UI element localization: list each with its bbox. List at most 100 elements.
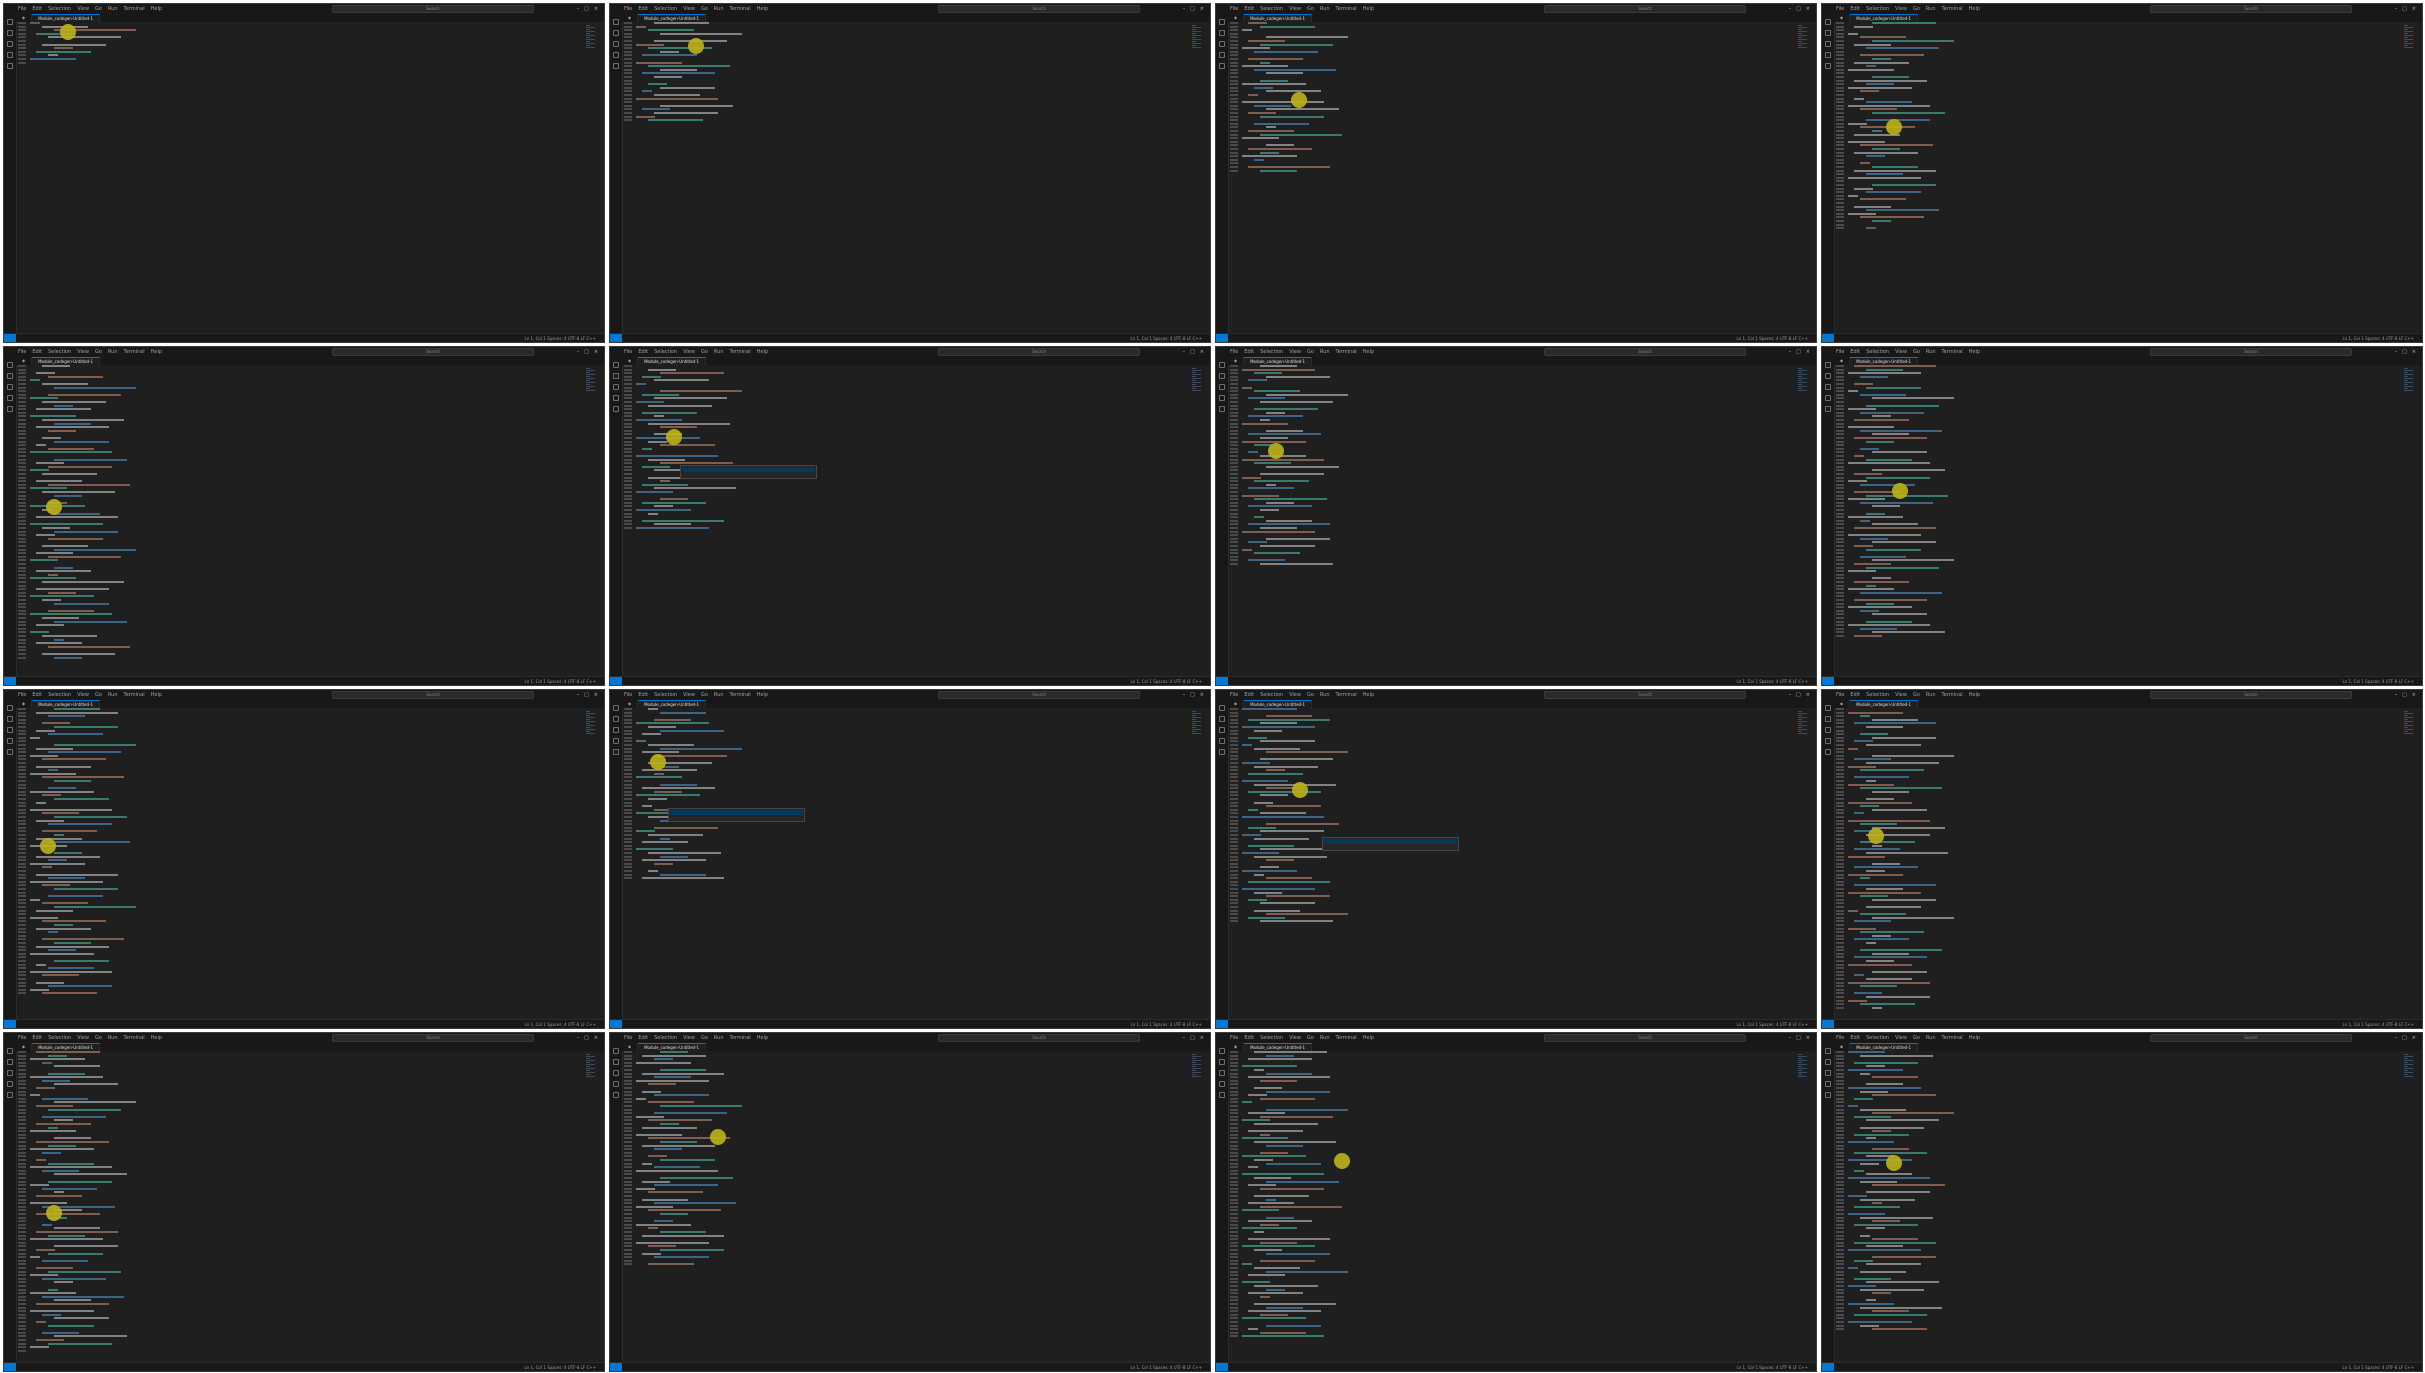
menu-item[interactable]: Selection — [48, 692, 71, 698]
minimize-icon[interactable]: – — [2395, 692, 2398, 698]
status-info[interactable]: Ln 1, Col 1 Spaces: 4 UTF-8 LF C++ — [1131, 1022, 1211, 1027]
remote-indicator-icon[interactable] — [1822, 1363, 1834, 1371]
menu-item[interactable]: Terminal — [730, 1035, 751, 1041]
close-icon[interactable]: × — [2412, 6, 2416, 12]
menu-item[interactable]: View — [1289, 6, 1301, 12]
menu-item[interactable]: Edit — [32, 349, 42, 355]
tab-welcome-icon[interactable]: ◆ — [1228, 14, 1245, 22]
status-info[interactable]: Ln 1, Col 1 Spaces: 4 UTF-8 LF C++ — [1737, 1365, 1817, 1370]
minimize-icon[interactable]: – — [1183, 6, 1186, 12]
extensions-icon[interactable] — [613, 749, 619, 755]
maximize-icon[interactable]: □ — [2402, 1035, 2407, 1041]
search-icon[interactable] — [7, 1059, 13, 1065]
menu-item[interactable]: File — [624, 692, 632, 698]
source-control-icon[interactable] — [1825, 41, 1831, 47]
maximize-icon[interactable]: □ — [1190, 692, 1195, 698]
menu-item[interactable]: Help — [151, 349, 162, 355]
menu-item[interactable]: Help — [757, 6, 768, 12]
menu-item[interactable]: View — [1895, 349, 1907, 355]
extensions-icon[interactable] — [7, 749, 13, 755]
source-control-icon[interactable] — [7, 384, 13, 390]
menu-item[interactable]: Go — [95, 6, 102, 12]
menu-item[interactable]: File — [624, 6, 632, 12]
close-icon[interactable]: × — [1806, 1035, 1810, 1041]
code-editor[interactable] — [622, 1051, 1190, 1363]
minimize-icon[interactable]: – — [2395, 349, 2398, 355]
tab-welcome-icon[interactable]: ◆ — [1834, 700, 1851, 708]
explorer-icon[interactable] — [613, 362, 619, 368]
menu-item[interactable]: Terminal — [1942, 692, 1963, 698]
menu-item[interactable]: View — [683, 692, 695, 698]
menu-item[interactable]: Help — [1969, 6, 1980, 12]
menu-item[interactable]: Terminal — [124, 1035, 145, 1041]
code-editor[interactable] — [622, 22, 1190, 334]
menu-item[interactable]: Run — [714, 6, 724, 12]
search-icon[interactable] — [1825, 716, 1831, 722]
remote-indicator-icon[interactable] — [4, 334, 16, 342]
extensions-icon[interactable] — [1825, 406, 1831, 412]
remote-indicator-icon[interactable] — [610, 334, 622, 342]
close-icon[interactable]: × — [594, 349, 598, 355]
menu-item[interactable]: Go — [1913, 6, 1920, 12]
minimap[interactable] — [2404, 710, 2418, 750]
minimap[interactable] — [586, 1053, 600, 1093]
menu-item[interactable]: Help — [1363, 6, 1374, 12]
status-info[interactable]: Ln 1, Col 1 Spaces: 4 UTF-8 LF C++ — [1131, 1365, 1211, 1370]
menu-item[interactable]: Terminal — [730, 692, 751, 698]
explorer-icon[interactable] — [613, 19, 619, 25]
tab-welcome-icon[interactable]: ◆ — [622, 700, 639, 708]
menu-item[interactable]: Edit — [1244, 1035, 1254, 1041]
close-icon[interactable]: × — [1806, 6, 1810, 12]
extensions-icon[interactable] — [613, 406, 619, 412]
maximize-icon[interactable]: □ — [1796, 692, 1801, 698]
command-search[interactable]: Search — [2150, 5, 2353, 13]
menu-item[interactable]: Help — [151, 6, 162, 12]
command-search[interactable]: Search — [332, 691, 535, 699]
code-editor[interactable] — [16, 708, 584, 1020]
menu-item[interactable]: File — [1230, 6, 1238, 12]
code-editor[interactable] — [1834, 1051, 2402, 1363]
menu-item[interactable]: File — [1836, 692, 1844, 698]
menu-item[interactable]: Edit — [1244, 349, 1254, 355]
explorer-icon[interactable] — [1825, 705, 1831, 711]
autocomplete-popup[interactable] — [1322, 837, 1459, 851]
menu-item[interactable]: File — [1230, 1035, 1238, 1041]
close-icon[interactable]: × — [2412, 349, 2416, 355]
status-info[interactable]: Ln 1, Col 1 Spaces: 4 UTF-8 LF C++ — [2343, 1022, 2423, 1027]
search-icon[interactable] — [1219, 30, 1225, 36]
status-info[interactable]: Ln 1, Col 1 Spaces: 4 UTF-8 LF C++ — [1131, 336, 1211, 341]
maximize-icon[interactable]: □ — [584, 692, 589, 698]
command-search[interactable]: Search — [2150, 348, 2353, 356]
menu-item[interactable]: Terminal — [730, 349, 751, 355]
extensions-icon[interactable] — [613, 1092, 619, 1098]
menu-item[interactable]: File — [18, 1035, 26, 1041]
minimize-icon[interactable]: – — [577, 6, 580, 12]
explorer-icon[interactable] — [7, 1048, 13, 1054]
menu-item[interactable]: Run — [108, 349, 118, 355]
menu-item[interactable]: File — [18, 349, 26, 355]
menu-item[interactable]: Run — [1320, 692, 1330, 698]
minimap[interactable] — [1192, 1053, 1206, 1093]
minimize-icon[interactable]: – — [2395, 1035, 2398, 1041]
status-info[interactable]: Ln 1, Col 1 Spaces: 4 UTF-8 LF C++ — [1737, 679, 1817, 684]
menu-item[interactable]: Terminal — [1336, 349, 1357, 355]
explorer-icon[interactable] — [613, 705, 619, 711]
search-icon[interactable] — [613, 30, 619, 36]
close-icon[interactable]: × — [594, 6, 598, 12]
tab-welcome-icon[interactable]: ◆ — [16, 357, 33, 365]
suggestion-item[interactable] — [1324, 845, 1457, 850]
menu-item[interactable]: File — [1836, 1035, 1844, 1041]
command-search[interactable]: Search — [1544, 348, 1747, 356]
command-search[interactable]: Search — [1544, 1034, 1747, 1042]
tab-welcome-icon[interactable]: ◆ — [16, 700, 33, 708]
close-icon[interactable]: × — [594, 1035, 598, 1041]
run-debug-icon[interactable] — [613, 52, 619, 58]
remote-indicator-icon[interactable] — [1822, 677, 1834, 685]
remote-indicator-icon[interactable] — [1822, 1020, 1834, 1028]
run-debug-icon[interactable] — [7, 52, 13, 58]
minimap[interactable] — [2404, 367, 2418, 407]
remote-indicator-icon[interactable] — [4, 1363, 16, 1371]
search-icon[interactable] — [1825, 30, 1831, 36]
menu-item[interactable]: Run — [1320, 349, 1330, 355]
minimap[interactable] — [1192, 710, 1206, 750]
